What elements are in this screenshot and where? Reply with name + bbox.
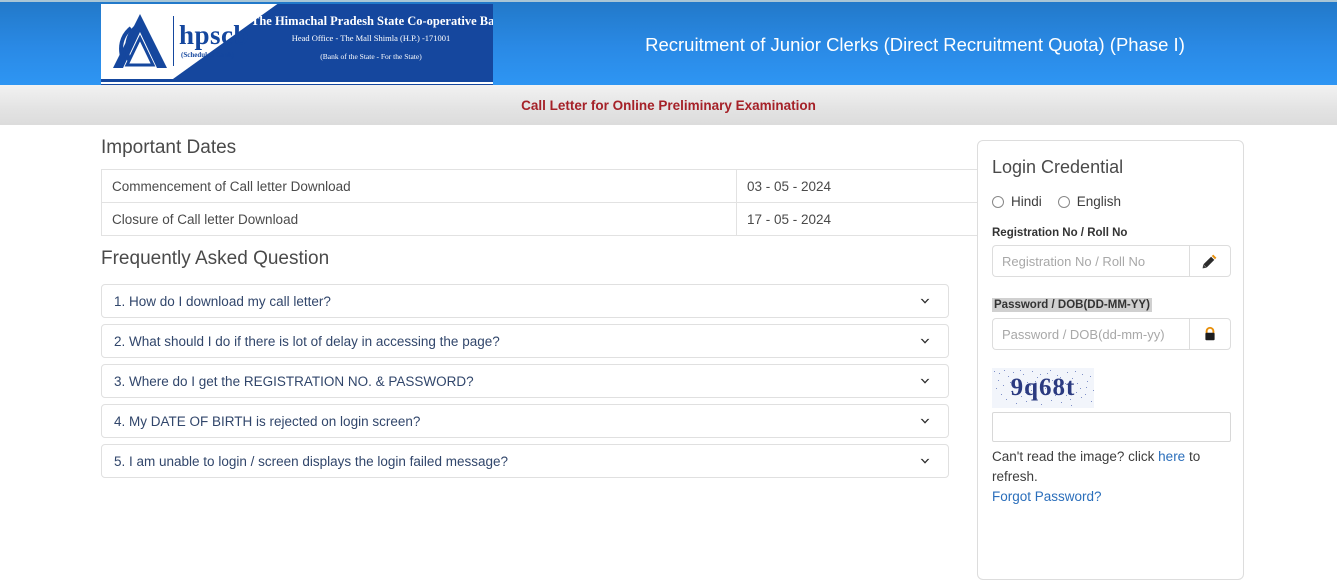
captcha-refresh-hint: Can't read the image? click here to refr…	[992, 447, 1231, 487]
date-label: Commencement of Call letter Download	[101, 169, 737, 203]
captcha-hint-before: Can't read the image? click	[992, 449, 1159, 464]
faq-question: 3. Where do I get the REGISTRATION NO. &…	[114, 373, 474, 389]
faq-list: 1. How do I download my call letter? 2. …	[101, 284, 949, 478]
logo-wordmark: hpscb	[179, 20, 250, 50]
radio-language-hindi[interactable]: Hindi	[992, 194, 1042, 209]
faq-item-4[interactable]: 4. My DATE OF BIRTH is rejected on login…	[101, 404, 949, 438]
bank-name: The Himachal Pradesh State Co-operative …	[251, 14, 493, 28]
table-row: Commencement of Call letter Download 03 …	[101, 169, 990, 203]
password-lock-button[interactable]	[1189, 318, 1231, 350]
captcha-text: 9q68t	[1010, 374, 1076, 401]
table-row: Closure of Call letter Download 17 - 05 …	[101, 202, 990, 236]
faq-item-5[interactable]: 5. I am unable to login / screen display…	[101, 444, 949, 478]
language-radio-group: Hindi English	[992, 194, 1229, 209]
site-header: hpscb (Scheduled Bank) The Himachal Prad…	[0, 0, 1337, 87]
pencil-icon	[1202, 254, 1217, 269]
important-dates-heading: Important Dates	[101, 137, 237, 158]
page-root: hpscb (Scheduled Bank) The Himachal Prad…	[0, 0, 1337, 580]
subtitle-bar: Call Letter for Online Preliminary Exami…	[0, 85, 1337, 125]
registration-input-group	[992, 245, 1231, 277]
subtitle-text: Call Letter for Online Preliminary Exami…	[521, 97, 816, 113]
faq-item-1[interactable]: 1. How do I download my call letter?	[101, 284, 949, 318]
faq-question: 2. What should I do if there is lot of d…	[114, 333, 500, 349]
hpscb-logo-icon	[113, 14, 167, 68]
radio-circle-icon[interactable]	[992, 195, 1004, 208]
login-panel: Login Credential Hindi English Registrat…	[977, 140, 1244, 580]
chevron-down-icon[interactable]	[918, 334, 932, 348]
faq-item-2[interactable]: 2. What should I do if there is lot of d…	[101, 324, 949, 358]
radio-label: Hindi	[1011, 194, 1042, 209]
main-content: Important Dates Commencement of Call let…	[101, 125, 990, 484]
radio-label: English	[1076, 194, 1122, 209]
date-value: 17 - 05 - 2024	[736, 202, 990, 236]
chevron-down-icon[interactable]	[918, 294, 932, 308]
logo-stripe-upper	[101, 79, 493, 82]
radio-language-english[interactable]: English	[1057, 194, 1122, 209]
faq-question: 4. My DATE OF BIRTH is rejected on login…	[114, 413, 421, 429]
chevron-down-icon[interactable]	[918, 454, 932, 468]
password-field-label: Password / DOB(DD-MM-YY)	[992, 298, 1152, 312]
important-dates-table: Commencement of Call letter Download 03 …	[101, 169, 990, 236]
faq-heading: Frequently Asked Question	[101, 248, 330, 269]
date-value: 03 - 05 - 2024	[736, 169, 990, 203]
logo-divider	[173, 16, 174, 66]
password-input[interactable]	[992, 318, 1189, 350]
faq-item-3[interactable]: 3. Where do I get the REGISTRATION NO. &…	[101, 364, 949, 398]
radio-circle-icon[interactable]	[1057, 195, 1070, 208]
lock-icon	[1205, 326, 1215, 341]
captcha-image: 9q68t	[992, 368, 1094, 408]
bank-tagline: (Bank of the State - For the State)	[320, 52, 422, 61]
registration-field-label: Registration No / Roll No	[992, 227, 1128, 239]
faq-question: 5. I am unable to login / screen display…	[114, 453, 508, 469]
bank-logo-banner: hpscb (Scheduled Bank) The Himachal Prad…	[101, 4, 493, 87]
captcha-refresh-link[interactable]: here	[1158, 449, 1185, 464]
password-input-group	[992, 318, 1231, 350]
registration-input[interactable]	[992, 245, 1189, 277]
faq-question: 1. How do I download my call letter?	[114, 293, 331, 309]
logo-wordmark-subtext: (Scheduled Bank)	[181, 51, 235, 59]
forgot-password-link[interactable]: Forgot Password?	[992, 489, 1102, 504]
chevron-down-icon[interactable]	[918, 414, 932, 428]
bank-address: Head Office - The Mall Shimla (H.P.) -17…	[291, 33, 451, 43]
captcha-input[interactable]	[992, 412, 1231, 442]
date-label: Closure of Call letter Download	[101, 202, 737, 236]
chevron-down-icon[interactable]	[918, 374, 932, 388]
edit-pencil-button[interactable]	[1189, 245, 1231, 277]
page-title: Recruitment of Junior Clerks (Direct Rec…	[645, 33, 1185, 55]
login-heading: Login Credential	[992, 157, 1124, 177]
